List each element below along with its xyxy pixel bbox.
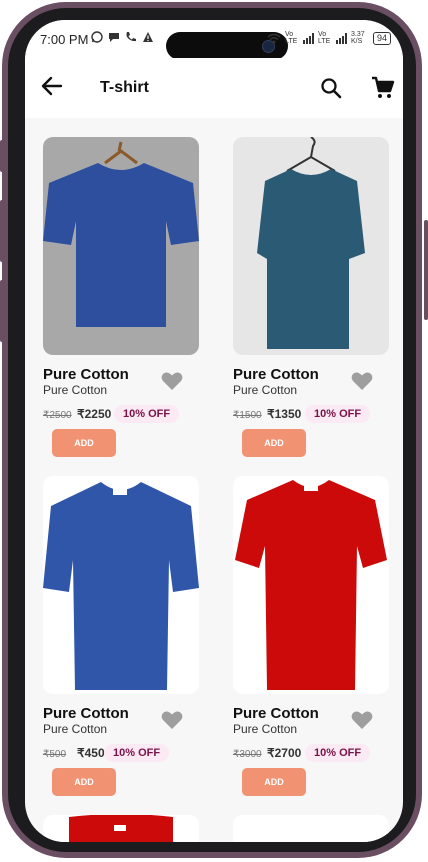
tshirt-image-icon xyxy=(235,480,387,690)
signal-icon-2 xyxy=(335,32,347,44)
product-card[interactable]: Pure Cotton Pure Cotton ₹3000 ₹2700 10% … xyxy=(233,476,389,806)
old-price: ₹3000 xyxy=(233,749,262,760)
old-price: ₹1500 xyxy=(233,410,262,421)
power-button xyxy=(424,220,428,320)
product-image[interactable] xyxy=(43,476,199,694)
discount-badge: 10% OFF xyxy=(114,405,180,423)
shirt-shape xyxy=(43,482,199,690)
product-subtitle: Pure Cotton xyxy=(233,383,298,397)
product-subtitle: Pure Cotton xyxy=(233,722,298,736)
price: ₹2700 xyxy=(267,746,302,760)
add-button[interactable]: ADD xyxy=(52,429,116,457)
signal-icon xyxy=(302,32,314,44)
product-name: Pure Cotton xyxy=(43,366,129,383)
add-button[interactable]: ADD xyxy=(242,429,306,457)
notification-icons xyxy=(91,31,154,43)
heart-icon[interactable] xyxy=(351,371,373,391)
product-image[interactable] xyxy=(233,137,389,355)
add-button[interactable]: ADD xyxy=(242,768,306,796)
shirt-shape xyxy=(43,163,199,327)
product-card[interactable]: Pure Cotton Pure Cotton ₹500 ₹450 10% OF… xyxy=(43,476,199,806)
product-subtitle: Pure Cotton xyxy=(43,722,108,736)
shirt-shape xyxy=(257,169,365,349)
whatsapp-icon xyxy=(91,31,103,43)
battery-indicator: 94 xyxy=(372,31,391,45)
call-icon xyxy=(126,32,136,42)
search-icon[interactable] xyxy=(320,77,342,99)
network-label-2: Vo LTE xyxy=(317,31,331,45)
product-image[interactable] xyxy=(233,476,389,694)
heart-icon[interactable] xyxy=(161,710,183,730)
heart-icon[interactable] xyxy=(161,371,183,391)
product-name: Pure Cotton xyxy=(43,705,129,722)
status-time: 7:00 PM xyxy=(40,32,89,47)
product-card-peek[interactable] xyxy=(233,815,389,842)
price: ₹450 xyxy=(77,746,105,760)
product-name: Pure Cotton xyxy=(233,366,319,383)
page-title: T-shirt xyxy=(100,79,149,96)
network-speed: 3.37 K/S xyxy=(350,31,365,45)
discount-badge: 10% OFF xyxy=(104,744,170,762)
old-price: ₹2500 xyxy=(43,410,72,421)
tshirt-image-icon xyxy=(69,815,173,842)
status-bar: 7:00 PM Vo LTE Vo LTE 3.37 K/S 94 xyxy=(25,20,403,60)
wifi-icon xyxy=(267,33,281,43)
product-image[interactable] xyxy=(43,137,199,355)
network-label-1: Vo LTE xyxy=(284,31,298,45)
arrow-left-icon[interactable] xyxy=(41,76,63,96)
heart-icon[interactable] xyxy=(351,710,373,730)
chat-icon xyxy=(109,33,119,42)
price: ₹2250 xyxy=(77,407,112,421)
product-subtitle: Pure Cotton xyxy=(43,383,108,397)
app-bar: T-shirt xyxy=(25,58,403,118)
old-price: ₹500 xyxy=(43,749,67,760)
discount-badge: 10% OFF xyxy=(305,744,371,762)
shirt-shape xyxy=(235,480,387,690)
warning-icon xyxy=(143,32,153,42)
status-right: Vo LTE Vo LTE 3.37 K/S 94 xyxy=(267,31,391,45)
screen: 7:00 PM Vo LTE Vo LTE 3.37 K/S 94 T-shir… xyxy=(25,20,403,842)
product-card[interactable]: Pure Cotton Pure Cotton ₹2500 ₹2250 10% … xyxy=(43,137,199,467)
product-card[interactable]: Pure Cotton Pure Cotton ₹1500 ₹1350 10% … xyxy=(233,137,389,467)
price: ₹1350 xyxy=(267,407,302,421)
tshirt-image-icon xyxy=(43,141,199,327)
add-button[interactable]: ADD xyxy=(52,768,116,796)
tshirt-image-icon xyxy=(257,137,365,349)
product-card-peek[interactable] xyxy=(43,815,199,842)
discount-badge: 10% OFF xyxy=(305,405,371,423)
cart-icon[interactable] xyxy=(371,76,395,100)
tshirt-image-icon xyxy=(43,482,199,690)
product-name: Pure Cotton xyxy=(233,705,319,722)
